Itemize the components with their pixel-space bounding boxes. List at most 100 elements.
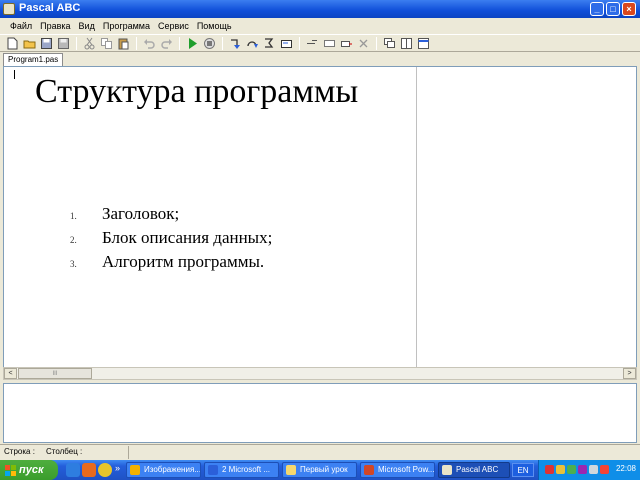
window-icon[interactable] bbox=[415, 36, 431, 50]
list-item-text: Блок описания данных; bbox=[102, 228, 273, 247]
taskbar-button-folder[interactable]: Первый урок bbox=[282, 462, 357, 478]
menu-file[interactable]: Файл bbox=[6, 21, 36, 31]
system-tray: 22:08 bbox=[538, 460, 640, 480]
chrome-icon[interactable] bbox=[98, 463, 112, 477]
maximize-button[interactable]: □ bbox=[606, 2, 620, 16]
toolbar bbox=[0, 34, 640, 52]
stop-icon[interactable] bbox=[201, 36, 217, 50]
code-editor[interactable]: Структура программы 1. Заголовок; 2. Бло… bbox=[3, 66, 637, 368]
status-line: Строка : bbox=[4, 447, 35, 456]
window-cascade-icon[interactable] bbox=[381, 36, 397, 50]
copy-icon[interactable] bbox=[98, 36, 114, 50]
toolbar-separator bbox=[299, 36, 300, 50]
toolbar-separator bbox=[76, 36, 77, 50]
step-into-icon[interactable] bbox=[227, 36, 243, 50]
window-title: Pascal ABC bbox=[19, 2, 81, 14]
window-tile-icon[interactable] bbox=[398, 36, 414, 50]
tab-strip: Program1.pas bbox=[0, 52, 640, 66]
taskbar-button-images[interactable]: Изображения... bbox=[126, 462, 201, 478]
app-icon bbox=[208, 465, 218, 475]
menu-program[interactable]: Программа bbox=[99, 21, 154, 31]
app-icon bbox=[364, 465, 374, 475]
list-item-number: 2. bbox=[70, 235, 77, 245]
watch-icon[interactable] bbox=[278, 36, 294, 50]
menu-edit[interactable]: Правка bbox=[36, 21, 74, 31]
taskbar-label: Первый урок bbox=[300, 465, 348, 474]
status-bar: Строка : Столбец : bbox=[0, 444, 640, 460]
taskbar-label: Изображения... bbox=[144, 465, 201, 474]
menu-service[interactable]: Сервис bbox=[154, 21, 193, 31]
close-icon[interactable] bbox=[355, 36, 371, 50]
list-item-text: Алгоритм программы. bbox=[102, 252, 265, 271]
title-bar: Pascal ABC _ □ × bbox=[0, 0, 640, 18]
clear-output-icon[interactable] bbox=[338, 36, 354, 50]
text-caret bbox=[14, 70, 15, 79]
app-icon bbox=[130, 465, 140, 475]
list-item-number: 3. bbox=[70, 259, 77, 269]
redo-icon[interactable] bbox=[158, 36, 174, 50]
tray-icon[interactable] bbox=[600, 465, 609, 474]
language-indicator[interactable]: EN bbox=[512, 463, 534, 477]
step-over-icon[interactable] bbox=[244, 36, 260, 50]
open-folder-icon[interactable] bbox=[21, 36, 37, 50]
right-margin-line bbox=[416, 67, 417, 367]
close-button[interactable]: × bbox=[622, 2, 636, 16]
cut-icon[interactable] bbox=[81, 36, 97, 50]
toolbar-separator bbox=[376, 36, 377, 50]
app-icon bbox=[442, 465, 452, 475]
status-divider bbox=[128, 446, 129, 459]
window-controls: _ □ × bbox=[590, 2, 636, 16]
status-column: Столбец : bbox=[46, 447, 83, 456]
clock[interactable]: 22:08 bbox=[616, 464, 636, 473]
undo-icon[interactable] bbox=[141, 36, 157, 50]
save-all-icon[interactable] bbox=[55, 36, 71, 50]
ie-icon[interactable] bbox=[66, 463, 80, 477]
list-item-number: 1. bbox=[70, 211, 77, 221]
tray-icon[interactable] bbox=[578, 465, 587, 474]
taskbar-label: 2 Microsoft ... bbox=[222, 465, 271, 474]
tray-icon[interactable] bbox=[545, 465, 554, 474]
scroll-right-button[interactable]: > bbox=[623, 368, 636, 379]
list-item: 3. Алгоритм программы. bbox=[70, 252, 272, 276]
taskbar-button-word[interactable]: 2 Microsoft ... bbox=[204, 462, 279, 478]
document-title: Структура программы bbox=[35, 73, 359, 110]
folder-icon bbox=[286, 465, 296, 475]
firefox-icon[interactable] bbox=[82, 463, 96, 477]
tray-icon[interactable] bbox=[556, 465, 565, 474]
paste-icon[interactable] bbox=[115, 36, 131, 50]
toolbar-separator bbox=[222, 36, 223, 50]
menu-bar: Файл Правка Вид Программа Сервис Помощь bbox=[0, 18, 640, 34]
toolbar-separator bbox=[179, 36, 180, 50]
new-file-icon[interactable] bbox=[4, 36, 20, 50]
breakpoint-icon[interactable] bbox=[321, 36, 337, 50]
taskbar-label: Microsoft Pow... bbox=[378, 465, 435, 474]
start-button[interactable]: пуск bbox=[0, 460, 58, 480]
list-item-text: Заголовок; bbox=[102, 204, 180, 223]
list-item: 2. Блок описания данных; bbox=[70, 228, 272, 252]
tray-icon[interactable] bbox=[567, 465, 576, 474]
list-item: 1. Заголовок; bbox=[70, 204, 272, 228]
scroll-left-button[interactable]: < bbox=[4, 368, 17, 379]
document-list: 1. Заголовок; 2. Блок описания данных; 3… bbox=[70, 204, 272, 276]
run-icon[interactable] bbox=[184, 36, 200, 50]
minimize-button[interactable]: _ bbox=[590, 2, 604, 16]
horizontal-scrollbar[interactable]: < III > bbox=[3, 367, 637, 380]
menu-help[interactable]: Помощь bbox=[193, 21, 236, 31]
scroll-grip: III bbox=[52, 371, 58, 377]
windows-flag-icon bbox=[5, 464, 16, 476]
volume-icon[interactable] bbox=[589, 465, 598, 474]
tab-program1[interactable]: Program1.pas bbox=[3, 53, 64, 66]
app-icon[interactable] bbox=[3, 3, 15, 15]
scroll-thumb[interactable]: III bbox=[18, 368, 92, 379]
add-watch-icon[interactable] bbox=[304, 36, 320, 50]
toolbar-separator bbox=[136, 36, 137, 50]
menu-view[interactable]: Вид bbox=[75, 21, 99, 31]
save-icon[interactable] bbox=[38, 36, 54, 50]
taskbar-button-pascal[interactable]: Pascal ABC bbox=[438, 462, 510, 478]
start-label: пуск bbox=[19, 464, 44, 476]
quicklaunch-more[interactable]: » bbox=[115, 463, 120, 473]
taskbar-button-powerpoint[interactable]: Microsoft Pow... bbox=[360, 462, 435, 478]
output-pane[interactable] bbox=[3, 383, 637, 443]
run-to-cursor-icon[interactable] bbox=[261, 36, 277, 50]
taskbar-label: Pascal ABC bbox=[456, 465, 499, 474]
